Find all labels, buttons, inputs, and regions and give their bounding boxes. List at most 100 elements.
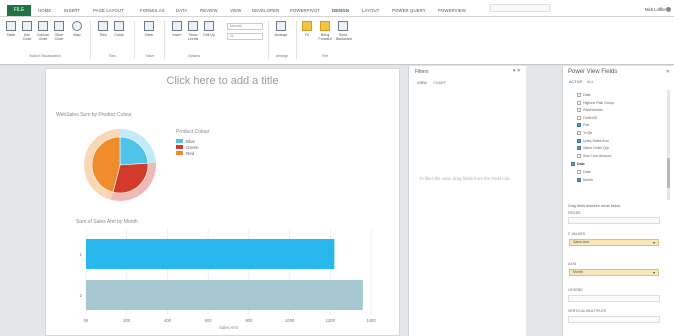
drill-up-button[interactable]: Drill Up (202, 21, 216, 45)
checkbox[interactable] (577, 100, 581, 105)
close-icon[interactable]: ✕ (666, 69, 670, 75)
bar-chart-button[interactable]: Bar Chart (20, 21, 34, 45)
tab-insert[interactable]: INSERT (64, 8, 80, 13)
column-chart-icon (38, 21, 48, 31)
chevron-down-icon[interactable]: ▾ (653, 240, 655, 245)
tab-fields-all[interactable]: ALL (587, 80, 594, 84)
tab-powerpivot[interactable]: POWERPIVOT (290, 8, 320, 13)
pie-chart[interactable]: Product Colour BlueGreenRed (56, 119, 236, 209)
avatar[interactable] (666, 7, 671, 12)
tab-filters-view[interactable]: VIEW (417, 81, 427, 85)
tab-view[interactable]: VIEW (230, 8, 241, 13)
pie-chart-title: WebSales Sum by Product Colour (56, 112, 132, 118)
tab-powerview[interactable]: POWERVIEW (438, 8, 466, 13)
section-values: Σ VALUES (568, 232, 586, 236)
field-item[interactable]: Date (577, 93, 591, 98)
checkbox[interactable] (577, 153, 581, 158)
tiles-button[interactable]: Tiles (96, 21, 110, 45)
group-slicer: Slicer (145, 54, 155, 58)
fit-button[interactable]: Fit (300, 21, 314, 45)
bar-chart-icon (22, 21, 32, 31)
field-label: Sum Line Amount (583, 153, 612, 158)
scrollbar-thumb[interactable] (667, 158, 670, 188)
ribbon: Table Bar Chart Column Chart Other Chart… (0, 17, 674, 65)
group-text: Text (321, 54, 329, 58)
chevron-down-icon[interactable]: ▾ (653, 270, 655, 275)
checkbox[interactable] (577, 123, 581, 128)
ribbon-search-box[interactable] (490, 4, 550, 12)
field-item[interactable]: Yr/Qtr (577, 131, 593, 136)
checkbox[interactable] (577, 138, 581, 143)
tab-fields-active[interactable]: ACTIVE (569, 80, 583, 84)
field-item[interactable]: Unitq Sales Amt (577, 139, 609, 143)
checkbox[interactable] (577, 108, 581, 113)
tab-layout[interactable]: LAYOUT (362, 8, 379, 13)
legend-label: Green (186, 145, 199, 150)
checkbox[interactable] (577, 93, 581, 98)
bring-forward-button[interactable]: Bring Forward (318, 21, 332, 45)
field-label: Date (583, 93, 591, 97)
fields-drop-zone[interactable] (568, 217, 660, 224)
field-item[interactable]: Sales Order Qty (577, 146, 609, 151)
file-tab[interactable]: FILE (7, 5, 31, 16)
legend-swatch (176, 145, 183, 149)
bar-chart[interactable]: 0K 200 400 600 800 1000 1200 1400 1 2 Sales Amt (66, 225, 376, 333)
tab-page-layout[interactable]: PAGE LAYOUT (93, 8, 124, 13)
field-item[interactable]: Flat (577, 123, 589, 128)
tab-review[interactable]: REVIEW (200, 8, 218, 13)
tab-home[interactable]: HOME (38, 8, 51, 13)
vertical-multiples-drop-zone[interactable] (568, 316, 660, 323)
bar (86, 280, 363, 310)
cards-button[interactable]: Cards (112, 21, 126, 45)
checkbox[interactable] (577, 131, 581, 136)
font-size-select[interactable]: 11 (227, 33, 263, 40)
section-fields: FIELDS (568, 211, 581, 215)
arrange-button[interactable]: Arrange (274, 21, 288, 45)
field-label: Sales Order Qty (583, 146, 609, 151)
x-tick-label: 800 (245, 318, 253, 323)
ribbon-tab-strip: FILE HOME INSERT PAGE LAYOUT FORMULAS DA… (0, 0, 674, 17)
field-item[interactable]: Sum Line Amount (577, 154, 611, 158)
legend-swatch (176, 139, 183, 143)
tab-developer[interactable]: DEVELOPER (252, 8, 279, 13)
tab-data[interactable]: DATA (176, 8, 187, 13)
field-item[interactable]: Date (577, 170, 591, 175)
checkbox[interactable] (577, 146, 581, 151)
x-tick-label: 0K (83, 318, 88, 323)
tab-power-query[interactable]: POWER QUERY (392, 8, 426, 13)
field-item[interactable]: RiskNumber (577, 108, 603, 113)
checkbox[interactable] (577, 115, 581, 120)
table-button[interactable]: Table (4, 21, 18, 45)
show-levels-button[interactable]: Show Levels (186, 21, 200, 45)
field-list-pane: Power View Fields ✕ ACTIVE ALL Date Highe… (562, 66, 674, 336)
checkbox[interactable] (577, 178, 581, 183)
other-chart-button[interactable]: Other Chart (52, 21, 66, 45)
group-options: Options (187, 54, 201, 58)
x-axis-title: Sales Amt (219, 325, 239, 330)
tab-design[interactable]: DESIGN (332, 8, 349, 13)
map-button[interactable]: Map (70, 21, 84, 45)
slicer-button[interactable]: Slicer (142, 21, 156, 45)
column-chart-button[interactable]: Column Chart (36, 21, 50, 45)
user-name[interactable]: Nick Loffler (645, 7, 666, 12)
report-canvas: Click here to add a title WebSales Sum b… (0, 66, 408, 336)
values-field-pill[interactable]: Sales Amt ▾ (569, 239, 659, 246)
axis-pill-label: Month (573, 270, 583, 274)
tab-formulas[interactable]: FORMULAS (140, 8, 165, 13)
checkbox[interactable] (577, 170, 581, 175)
checkbox[interactable] (571, 162, 575, 167)
font-style-select[interactable]: Normal (227, 23, 263, 30)
sheet-title[interactable]: Click here to add a title (46, 75, 399, 87)
legend-drop-zone[interactable] (568, 295, 660, 302)
close-icon[interactable]: ▾ ✕ (513, 68, 521, 74)
powerview-sheet[interactable]: Click here to add a title WebSales Sum b… (45, 68, 400, 336)
axis-field-pill[interactable]: Month ▾ (569, 269, 659, 276)
field-item[interactable]: Month (577, 178, 593, 183)
send-backward-button[interactable]: Send Backward (336, 21, 352, 45)
field-item[interactable]: Outlet/ID (577, 116, 597, 120)
field-table[interactable]: Date (571, 162, 585, 167)
field-item[interactable]: Highest Risk Group (577, 101, 614, 105)
drag-hint: Drag fields between areas below: (568, 204, 622, 208)
tab-filters-chart[interactable]: CHART (433, 81, 446, 85)
insert-button[interactable]: Insert (170, 21, 184, 45)
